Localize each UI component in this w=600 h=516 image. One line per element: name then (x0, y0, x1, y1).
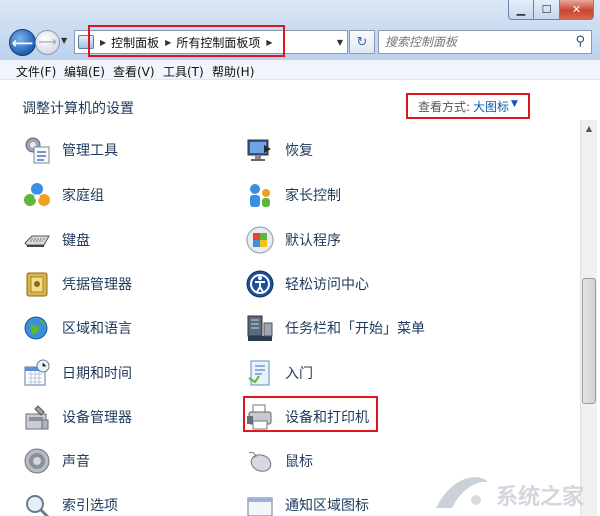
taskbar-start-menu-icon (245, 313, 275, 343)
mouse-icon (245, 446, 275, 476)
menu-bar: 文件(F) 编辑(E) 查看(V) 工具(T) 帮助(H) (0, 60, 600, 80)
item-keyboard[interactable]: 键盘 (22, 224, 90, 256)
control-panel-icon (78, 35, 94, 49)
item-indexing-options[interactable]: 索引选项 (22, 489, 118, 516)
item-default-programs[interactable]: 默认程序 (245, 224, 341, 256)
forward-arrow-icon[interactable]: ⟶ (35, 30, 60, 55)
item-mouse[interactable]: 鼠标 (245, 445, 313, 477)
notification-area-icons-icon (245, 490, 275, 516)
item-label: 索引选项 (62, 498, 118, 514)
scroll-up-icon[interactable]: ▲ (581, 120, 597, 137)
item-label: 键盘 (62, 233, 90, 249)
item-label: 家长控制 (285, 188, 341, 204)
scroll-thumb[interactable] (582, 278, 596, 404)
breadcrumb-arrow-icon[interactable]: ▶ (266, 38, 272, 47)
item-date-time[interactable]: 日期和时间 (22, 357, 132, 389)
sound-icon (22, 446, 52, 476)
item-label: 声音 (62, 454, 90, 470)
breadcrumb-control-panel[interactable]: 控制面板 (111, 34, 159, 51)
minimize-icon[interactable]: ▁ (508, 0, 534, 20)
vertical-scrollbar[interactable]: ▲ (580, 120, 597, 516)
device-manager-icon (22, 402, 52, 432)
item-getting-started[interactable]: 入门 (245, 357, 313, 389)
chevron-down-icon[interactable]: ▼ (511, 99, 518, 109)
item-admin-tools[interactable]: 管理工具 (22, 134, 118, 166)
address-dropdown-icon[interactable]: ▼ (337, 38, 343, 47)
refresh-icon: ↻ (356, 34, 368, 50)
back-arrow-icon[interactable]: ⟵ (9, 29, 36, 56)
item-notification-area-icons[interactable]: 通知区域图标 (245, 489, 369, 516)
menu-view[interactable]: 查看(V) (113, 63, 155, 80)
item-label: 凭据管理器 (62, 277, 132, 293)
keyboard-icon (22, 225, 52, 255)
page-title: 调整计算机的设置 (22, 101, 134, 117)
item-label: 设备管理器 (62, 410, 132, 426)
window-chrome: ▁ ☐ ✕ ⟵ ⟶ ▼ ▶ 控制面板 ▶ 所有控制面板项 ▶ ▼ ↻ ⚲ (0, 0, 600, 60)
content-pane: 调整计算机的设置 查看方式: 大图标 ▼ 管理工具 家庭组 键盘 凭据管理器 区… (0, 81, 600, 516)
item-sound[interactable]: 声音 (22, 445, 90, 477)
item-label: 任务栏和「开始」菜单 (285, 321, 425, 337)
watermark-logo: 系统之家 (436, 477, 585, 510)
item-ease-of-access[interactable]: 轻松访问中心 (245, 268, 369, 300)
item-parental-controls[interactable]: 家长控制 (245, 179, 341, 211)
recovery-icon (245, 135, 275, 165)
item-label: 恢复 (285, 143, 313, 159)
admin-tools-icon (22, 135, 52, 165)
search-icon[interactable]: ⚲ (575, 34, 585, 49)
address-bar[interactable]: ▶ 控制面板 ▶ 所有控制面板项 ▶ ▼ (74, 30, 348, 54)
item-credential-manager[interactable]: 凭据管理器 (22, 268, 132, 300)
getting-started-icon (245, 358, 275, 388)
item-label: 默认程序 (285, 233, 341, 249)
indexing-options-icon (22, 490, 52, 516)
breadcrumb-arrow-icon[interactable]: ▶ (100, 38, 106, 47)
window-controls: ▁ ☐ ✕ (508, 0, 594, 20)
breadcrumb-arrow-icon[interactable]: ▶ (165, 38, 171, 47)
item-recovery[interactable]: 恢复 (245, 134, 313, 166)
item-label: 管理工具 (62, 143, 118, 159)
homegroup-icon (22, 180, 52, 210)
item-label: 家庭组 (62, 188, 104, 204)
menu-edit[interactable]: 编辑(E) (64, 63, 105, 80)
maximize-icon[interactable]: ☐ (534, 0, 560, 20)
item-region-language[interactable]: 区域和语言 (22, 312, 132, 344)
menu-help[interactable]: 帮助(H) (212, 63, 254, 80)
watermark-text: 系统之家 (496, 484, 585, 510)
item-taskbar-start-menu[interactable]: 任务栏和「开始」菜单 (245, 312, 425, 344)
view-by-label: 查看方式: (418, 100, 471, 114)
search-input[interactable] (385, 35, 565, 49)
credential-manager-icon (22, 269, 52, 299)
item-devices-printers[interactable]: 设备和打印机 (245, 401, 369, 433)
menu-file[interactable]: 文件(F) (16, 63, 56, 80)
item-label: 日期和时间 (62, 366, 132, 382)
view-by-dropdown[interactable]: 大图标 (473, 98, 509, 115)
item-label: 鼠标 (285, 454, 313, 470)
default-programs-icon (245, 225, 275, 255)
date-time-icon (22, 358, 52, 388)
item-label: 区域和语言 (62, 321, 132, 337)
region-language-icon (22, 313, 52, 343)
search-box[interactable]: ⚲ (378, 30, 592, 54)
menu-tools[interactable]: 工具(T) (163, 63, 204, 80)
history-dropdown-icon[interactable]: ▼ (61, 36, 67, 45)
item-label: 通知区域图标 (285, 498, 369, 514)
item-label: 入门 (285, 366, 313, 382)
item-device-manager[interactable]: 设备管理器 (22, 401, 132, 433)
parental-controls-icon (245, 180, 275, 210)
refresh-button[interactable]: ↻ (349, 30, 375, 54)
close-icon[interactable]: ✕ (560, 0, 594, 20)
item-homegroup[interactable]: 家庭组 (22, 179, 104, 211)
item-label: 设备和打印机 (285, 410, 369, 426)
item-label: 轻松访问中心 (285, 277, 369, 293)
devices-printers-icon (245, 402, 275, 432)
breadcrumb-all-items[interactable]: 所有控制面板项 (176, 34, 260, 51)
ease-of-access-icon (245, 269, 275, 299)
